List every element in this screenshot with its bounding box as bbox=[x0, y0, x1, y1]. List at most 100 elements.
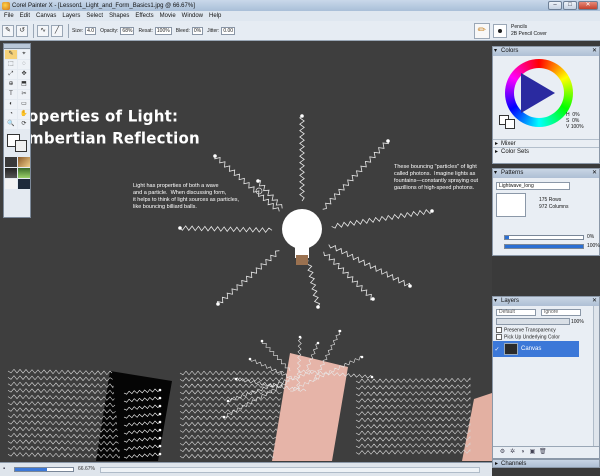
incoming-light-row bbox=[7, 381, 114, 389]
layer-row-canvas[interactable]: ✓ Canvas bbox=[493, 341, 579, 357]
color-sets-panel-header[interactable]: Color Sets bbox=[493, 147, 599, 156]
brush-dab-icon[interactable] bbox=[493, 24, 507, 38]
look-selector-icon[interactable] bbox=[18, 179, 30, 189]
composite-depth-select[interactable]: Ignore bbox=[541, 309, 581, 316]
painter-app-icon[interactable] bbox=[2, 1, 10, 10]
layer-commands-icon[interactable]: ⚙ bbox=[499, 449, 506, 456]
photon-dot bbox=[248, 357, 252, 361]
light-ray-zigzag bbox=[323, 251, 374, 301]
burn-tool-icon[interactable]: ◔ bbox=[5, 110, 17, 119]
brush-tool-icon[interactable]: ✎ bbox=[2, 24, 14, 37]
rotate-page-tool-icon[interactable]: ⟳ bbox=[18, 120, 30, 129]
incoming-light-row bbox=[7, 375, 113, 382]
opacity-input[interactable]: 68% bbox=[120, 26, 135, 35]
pattern-name-dropdown[interactable]: Lightwave_long bbox=[496, 182, 570, 190]
document-canvas[interactable]: operties of Light: mbertian Reflection L… bbox=[0, 41, 492, 462]
canvas-info-icon[interactable]: ▪ bbox=[3, 466, 10, 473]
channels-panel-header[interactable]: Channels bbox=[492, 459, 600, 468]
nozzle-selector-icon[interactable] bbox=[18, 168, 30, 178]
resat-input[interactable]: 100% bbox=[154, 26, 172, 35]
dropper-tool-icon[interactable]: ⌖ bbox=[18, 50, 30, 59]
additional-color-chip[interactable] bbox=[505, 119, 515, 129]
magnifier-tool-icon[interactable]: 🔍 bbox=[5, 120, 17, 129]
light-ray-zigzag bbox=[216, 250, 280, 305]
close-button[interactable]: ✕ bbox=[578, 1, 598, 10]
layer-commands: ⚙ ✲ ◑ ▣ 🗑 bbox=[493, 446, 599, 458]
incoming-light-row bbox=[179, 421, 278, 427]
weave-selector-icon[interactable] bbox=[5, 179, 17, 189]
layers-scrollbar[interactable] bbox=[593, 306, 599, 446]
slider-fill bbox=[505, 236, 509, 239]
horizontal-scrollbar[interactable] bbox=[100, 467, 480, 473]
menu-help[interactable]: Help bbox=[209, 13, 221, 19]
menu-shapes[interactable]: Shapes bbox=[109, 13, 129, 19]
brush-category[interactable]: Pencils bbox=[511, 24, 547, 31]
menu-effects[interactable]: Effects bbox=[135, 13, 153, 19]
photon-dot bbox=[260, 339, 264, 343]
brush-variant[interactable]: 2B Pencil Cover bbox=[511, 31, 547, 38]
jitter-label: Jitter: bbox=[207, 27, 220, 34]
brush-selector[interactable]: ✏ Pencils 2B Pencil Cover bbox=[474, 22, 600, 40]
move-tool-icon[interactable]: ✥ bbox=[18, 70, 30, 79]
menu-window[interactable]: Window bbox=[182, 13, 203, 19]
mixer-panel-header[interactable]: Mixer bbox=[493, 139, 599, 148]
pattern-selector-icon[interactable] bbox=[5, 168, 17, 178]
menu-edit[interactable]: Edit bbox=[20, 13, 30, 19]
light-ray-zigzag bbox=[328, 244, 411, 287]
lasso-tool-icon[interactable]: ◌ bbox=[18, 60, 30, 69]
paper-selector-icon[interactable] bbox=[5, 157, 17, 167]
photon-dot bbox=[360, 355, 364, 359]
straight-line-icon[interactable]: ╱ bbox=[51, 24, 63, 37]
dodge-tool-icon[interactable]: ◐ bbox=[5, 100, 17, 109]
colors-panel-header[interactable]: Colors ✕ bbox=[493, 47, 599, 56]
delete-layer-icon[interactable]: 🗑 bbox=[539, 449, 547, 456]
transform-tool-icon[interactable]: ⤢ bbox=[5, 70, 17, 79]
composite-method-select[interactable]: Default bbox=[496, 309, 536, 316]
grabber-tool-icon[interactable]: ✋ bbox=[18, 110, 30, 119]
brush-tool-icon[interactable]: ✎ bbox=[5, 50, 17, 59]
preserve-transparency-checkbox[interactable]: Preserve Transparency bbox=[496, 327, 556, 333]
dynamic-plugins-icon[interactable]: ✲ bbox=[509, 449, 516, 456]
menu-movie[interactable]: Movie bbox=[160, 13, 176, 19]
selection-adjuster-icon[interactable]: ⬒ bbox=[18, 80, 30, 89]
minimize-button[interactable]: – bbox=[548, 1, 562, 10]
pattern-offset-slider[interactable] bbox=[504, 244, 584, 249]
panel-close-icon[interactable]: ✕ bbox=[592, 297, 597, 306]
maximize-button[interactable]: □ bbox=[563, 1, 577, 10]
bleed-input[interactable]: 0% bbox=[191, 26, 204, 35]
menu-canvas[interactable]: Canvas bbox=[36, 13, 56, 19]
black-surface-card bbox=[96, 371, 172, 461]
reset-tool-icon[interactable]: ↺ bbox=[16, 24, 28, 37]
zoom-level[interactable]: 66.67% bbox=[78, 466, 95, 472]
layer-opacity-slider[interactable] bbox=[496, 318, 570, 325]
rectangle-tool-icon[interactable]: ▭ bbox=[18, 100, 30, 109]
pattern-scale-slider[interactable] bbox=[504, 235, 584, 240]
text-tool-icon[interactable]: T bbox=[5, 90, 17, 99]
magic-wand-tool-icon[interactable]: ⊕ bbox=[5, 80, 17, 89]
panel-close-icon[interactable]: ✕ bbox=[592, 47, 597, 56]
visibility-eye-icon[interactable]: ✓ bbox=[493, 346, 501, 353]
menu-select[interactable]: Select bbox=[86, 13, 103, 19]
incoming-light-row bbox=[179, 441, 276, 446]
patterns-panel-header[interactable]: Patterns ✕ bbox=[493, 169, 599, 178]
zoom-slider[interactable] bbox=[14, 467, 74, 472]
size-input[interactable]: 4.0 bbox=[85, 26, 97, 35]
menu-file[interactable]: File bbox=[4, 13, 14, 19]
photon-dot bbox=[316, 341, 320, 345]
photon-dot bbox=[213, 154, 217, 158]
panel-close-icon[interactable]: ✕ bbox=[592, 169, 597, 178]
saturation-value-triangle[interactable] bbox=[521, 73, 555, 113]
scissors-tool-icon[interactable]: ✂ bbox=[18, 90, 30, 99]
incoming-light-row bbox=[7, 388, 115, 395]
freehand-stroke-icon[interactable]: ∿ bbox=[37, 24, 49, 37]
gradient-selector-icon[interactable] bbox=[18, 157, 30, 167]
jitter-input[interactable]: 0.00 bbox=[221, 26, 236, 35]
menu-layers[interactable]: Layers bbox=[62, 13, 80, 19]
additional-color-swatch[interactable] bbox=[15, 140, 27, 152]
pick-up-color-checkbox[interactable]: Pick Up Underlying Color bbox=[496, 334, 560, 340]
layers-panel-header[interactable]: Layers ✕ bbox=[493, 297, 599, 306]
pencil-icon[interactable]: ✏ bbox=[474, 23, 490, 39]
crop-tool-icon[interactable]: ⬚ bbox=[5, 60, 17, 69]
new-layer-icon[interactable]: ▣ bbox=[529, 449, 536, 456]
layer-mask-icon[interactable]: ◑ bbox=[519, 449, 526, 456]
